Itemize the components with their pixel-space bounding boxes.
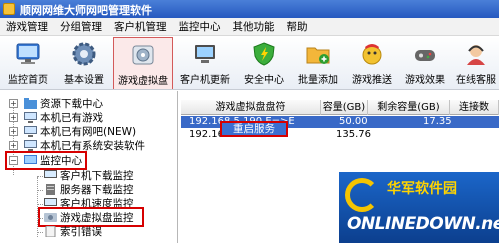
game-push-button[interactable]: 游戏推送 xyxy=(345,37,399,89)
toolbar-label: 游戏虚拟盘 xyxy=(118,76,168,87)
folder-icon xyxy=(24,98,37,109)
menu-bar: 游戏管理 分组管理 客户机管理 监控中心 其他功能 帮助 xyxy=(0,18,499,36)
restart-service-menu-item[interactable]: 重启服务 xyxy=(220,121,288,137)
online-service-icon xyxy=(467,45,485,65)
game-effect-icon xyxy=(415,50,435,61)
menu-client-management[interactable]: 客户机管理 xyxy=(108,19,173,34)
watermark-logo: 华军软件园 ONLINEDOWN.net xyxy=(339,172,499,243)
grid-header: 游戏虚拟盘盘符 容量(GB) 剩余容量(GB) 连接数 xyxy=(181,100,499,115)
navigation-tree: + 资源下载中心 + 本机已有游戏 + 本机已有网吧(NEW) + 本机已有系统… xyxy=(0,91,178,243)
title-bar: 顺网网维大师网吧管理软件 xyxy=(0,0,499,18)
monitor-home-icon xyxy=(16,43,40,64)
document-icon xyxy=(45,226,56,237)
watermark-ring-icon xyxy=(345,178,379,212)
client-update-button[interactable]: 客户机更新 xyxy=(174,37,236,89)
tree-item-label: 索引错误 xyxy=(60,226,102,238)
tree-item-label: 游戏虚拟盘监控 xyxy=(60,212,134,224)
toolbar-label: 客户机更新 xyxy=(180,75,230,86)
expand-icon[interactable]: + xyxy=(9,127,18,136)
tree-item-label: 客户机下载监控 xyxy=(60,170,134,182)
toolbar-label: 批量添加 xyxy=(298,75,338,86)
collapse-icon[interactable]: − xyxy=(9,156,18,165)
computer-icon xyxy=(24,112,37,123)
toolbar-label: 在线客服 xyxy=(456,75,496,86)
column-header-capacity[interactable]: 容量(GB) xyxy=(321,100,368,115)
menu-monitor-center[interactable]: 监控中心 xyxy=(173,19,227,34)
expand-icon[interactable]: + xyxy=(9,113,18,122)
online-service-button[interactable]: 在线客服 xyxy=(451,37,499,89)
tree-item-label: 监控中心 xyxy=(40,155,82,167)
toolbar: 监控首页 基本设置 游戏虚拟盘 客户机更新 安全中心 批量添加 游戏推送 游戏效… xyxy=(0,37,499,90)
menu-other-functions[interactable]: 其他功能 xyxy=(227,19,281,34)
menu-game-management[interactable]: 游戏管理 xyxy=(0,19,54,34)
toolbar-label: 游戏效果 xyxy=(405,75,445,86)
game-push-icon xyxy=(362,44,382,65)
watermark-cn-text: 华军软件园 xyxy=(387,181,457,197)
expand-icon[interactable]: + xyxy=(9,99,18,108)
game-effect-button[interactable]: 游戏效果 xyxy=(400,37,450,89)
toolbar-label: 监控首页 xyxy=(8,75,48,86)
gear-icon xyxy=(72,42,96,66)
shield-icon xyxy=(253,42,275,66)
tree-item-label: 本机已有网吧(NEW) xyxy=(40,126,137,138)
batch-add-icon xyxy=(306,47,330,64)
menu-group-management[interactable]: 分组管理 xyxy=(54,19,108,34)
server-icon xyxy=(46,184,55,195)
monitor-home-button[interactable]: 监控首页 xyxy=(0,37,56,89)
toolbar-label: 游戏推送 xyxy=(352,75,392,86)
tree-item-label: 本机已有游戏 xyxy=(40,112,103,124)
basic-settings-button[interactable]: 基本设置 xyxy=(56,37,112,89)
security-center-button[interactable]: 安全中心 xyxy=(237,37,291,89)
menu-help[interactable]: 帮助 xyxy=(281,19,314,34)
column-header-free[interactable]: 剩余容量(GB) xyxy=(368,100,450,115)
computer-icon xyxy=(24,126,37,137)
toolbar-label: 安全中心 xyxy=(244,75,284,86)
cell-free: 17.35 xyxy=(423,116,452,127)
computer-icon xyxy=(24,140,37,151)
column-header-drive[interactable]: 游戏虚拟盘盘符 xyxy=(181,100,321,115)
tree-item-label: 服务器下载监控 xyxy=(60,184,134,196)
cell-capacity: 50.00 xyxy=(339,116,368,127)
cell-capacity: 135.76 xyxy=(336,129,371,140)
expand-icon[interactable]: + xyxy=(9,141,18,150)
window-title: 顺网网维大师网吧管理软件 xyxy=(20,4,152,17)
computer-icon xyxy=(44,170,57,178)
game-virtual-disk-button[interactable]: 游戏虚拟盘 xyxy=(113,37,173,89)
batch-add-button[interactable]: 批量添加 xyxy=(292,37,344,89)
monitor-icon xyxy=(24,155,37,164)
app-icon xyxy=(3,3,15,15)
client-update-icon xyxy=(195,45,215,63)
virtual-disk-icon xyxy=(132,45,154,65)
tree-item-label: 资源下载中心 xyxy=(40,98,103,110)
toolbar-label: 基本设置 xyxy=(64,75,104,86)
watermark-en-text: ONLINEDOWN.net xyxy=(347,214,499,234)
column-header-connections[interactable]: 连接数 xyxy=(450,100,499,115)
disk-icon xyxy=(44,213,57,222)
